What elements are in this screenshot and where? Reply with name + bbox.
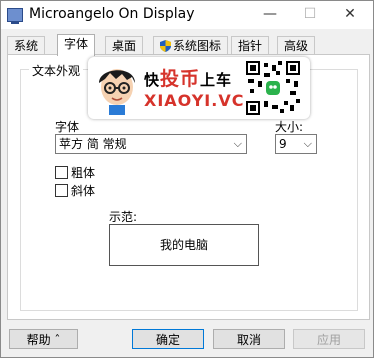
tab-fonts[interactable]: 字体 [57, 34, 96, 56]
monitor-icon [7, 8, 23, 24]
shield-icon [160, 40, 171, 52]
tab-label: 指针 [238, 39, 263, 53]
bold-label: 粗体 [71, 166, 96, 180]
apply-button[interactable]: 应用 [293, 329, 365, 349]
sample-label: 示范: [109, 210, 138, 224]
qr-code-icon [246, 61, 300, 115]
tab-system[interactable]: 系统 [7, 36, 46, 55]
italic-checkbox[interactable]: 斜体 [55, 182, 95, 199]
tab-system-icons[interactable]: 系统图标 [153, 36, 229, 55]
tab-label: 高级 [284, 39, 309, 53]
title-bar[interactable]: Microangelo On Display — ☐ ✕ [1, 1, 373, 29]
tab-advanced[interactable]: 高级 [277, 36, 316, 55]
sample-text: 我的电脑 [159, 238, 208, 252]
tab-pointers[interactable]: 指针 [231, 36, 270, 55]
help-button[interactable]: 帮助 ˆ [9, 329, 78, 349]
close-button[interactable]: ✕ [330, 1, 370, 29]
sample-preview: 我的电脑 [109, 224, 259, 266]
watermark-site: XIAOYI.VC [144, 91, 245, 110]
size-select[interactable]: 9 ⌵ [275, 134, 317, 154]
watermark-slogan: 快投币上车 [144, 64, 232, 91]
cancel-button[interactable]: 取消 [213, 329, 285, 349]
checkbox-box[interactable] [55, 166, 68, 179]
bold-checkbox[interactable]: 粗体 [55, 164, 95, 181]
window-title: Microangelo On Display [29, 6, 195, 22]
chevron-down-icon: ⌵ [233, 137, 242, 150]
tab-strip: 系统 字体 桌面 系统图标 指针 高级 [7, 34, 367, 56]
cartoon-avatar-icon [99, 69, 135, 115]
maximize-button[interactable]: ☐ [290, 1, 330, 29]
font-select[interactable]: 苹方 简 常规 ⌵ [55, 134, 247, 154]
ok-button[interactable]: 确定 [132, 329, 204, 349]
checkbox-box[interactable] [55, 184, 68, 197]
tab-label: 系统图标 [173, 39, 222, 53]
tab-label: 桌面 [112, 39, 137, 53]
size-label: 大小: [275, 120, 304, 134]
minimize-button[interactable]: — [250, 1, 290, 29]
watermark-text-b: 投币 [160, 68, 201, 90]
size-select-value: 9 [279, 137, 287, 151]
group-legend: 文本外观 [29, 62, 84, 79]
chevron-down-icon: ⌵ [303, 137, 312, 150]
font-label: 字体 [55, 120, 80, 134]
watermark-text-c: 上车 [200, 71, 233, 89]
italic-label: 斜体 [71, 184, 96, 198]
font-select-value: 苹方 简 常规 [59, 137, 127, 151]
watermark-text-a: 快 [144, 71, 161, 89]
tab-label: 字体 [64, 37, 89, 51]
dialog-window: Microangelo On Display — ☐ ✕ 系统 字体 桌面 系统… [0, 0, 374, 358]
tab-label: 系统 [14, 39, 39, 53]
watermark-banner: 快投币上车 XIAOYI.VC [88, 57, 310, 119]
tab-desktop[interactable]: 桌面 [105, 36, 144, 55]
